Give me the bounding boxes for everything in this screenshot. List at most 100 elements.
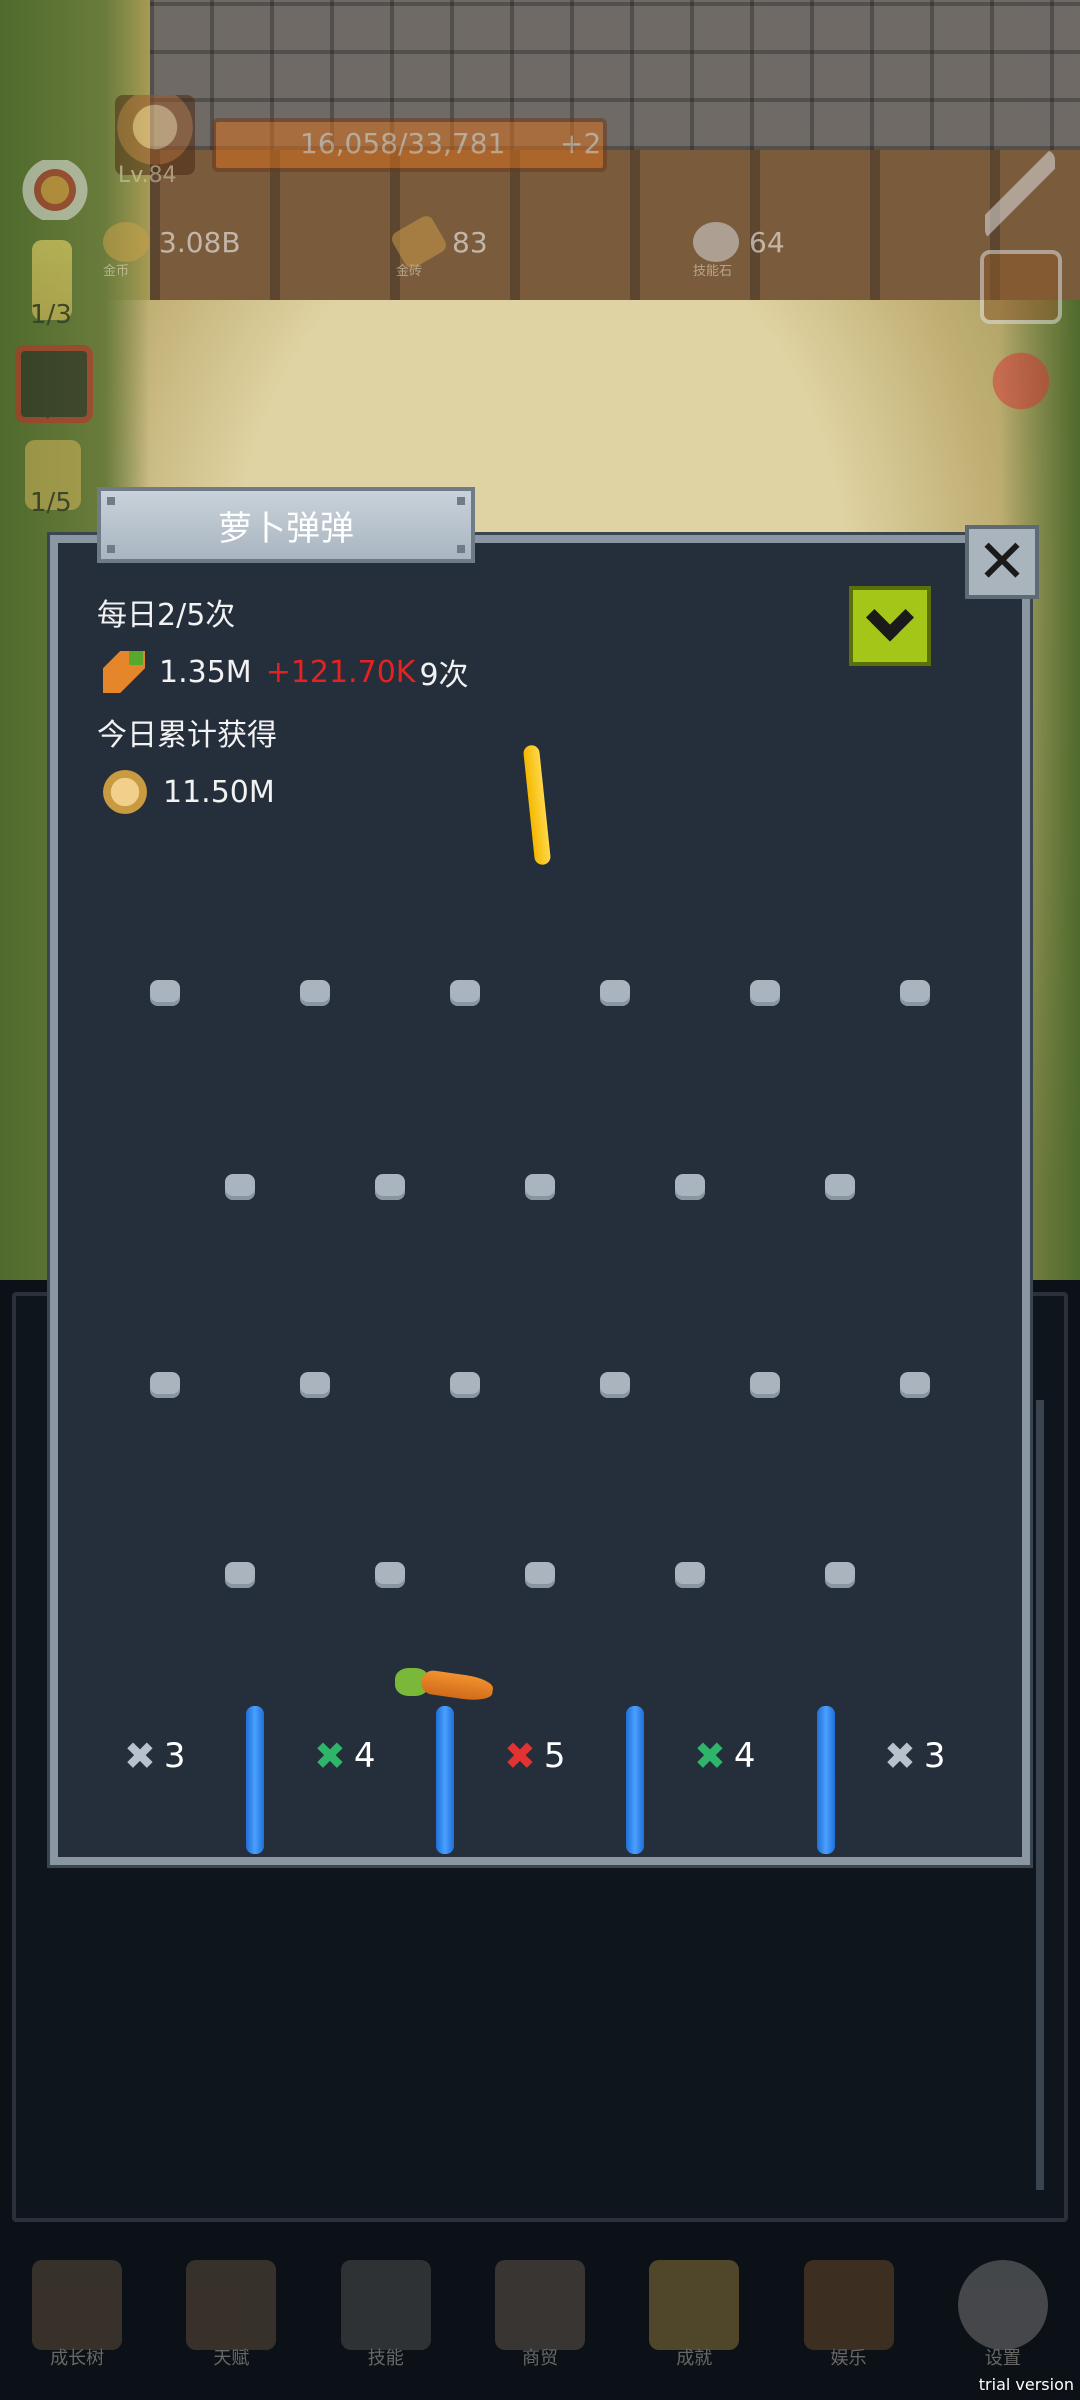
- player-level: Lv.84: [118, 163, 177, 188]
- peg: [675, 1562, 705, 1588]
- multiplier-value: 4: [353, 1736, 376, 1776]
- multiplier-value: 4: [733, 1736, 756, 1776]
- carrot-times: 9次: [419, 658, 469, 693]
- watermark: trial version: [978, 2375, 1074, 2394]
- lower-panel-scrollbar: [1036, 1400, 1044, 2190]
- peg: [450, 980, 480, 1006]
- peg: [150, 980, 180, 1006]
- rivet: [457, 545, 465, 553]
- skill-stone-value: 64: [749, 225, 785, 259]
- gold-value: 3.08B: [159, 225, 241, 259]
- bucket-multiplier: ✖ 4: [694, 1736, 755, 1776]
- nav-label: 天赋: [213, 2348, 250, 2369]
- cup-count: 1/5: [30, 488, 72, 518]
- bucket-multiplier: ✖ 3: [124, 1736, 185, 1776]
- resource-gold-bar: 83 金砖: [389, 213, 488, 279]
- skill-stone-icon: [693, 222, 739, 262]
- multiplier-x-icon: ✖: [314, 1734, 346, 1778]
- multiplier-value: 3: [163, 1736, 186, 1776]
- nav-trade[interactable]: 商贸: [485, 2260, 595, 2370]
- carrot-gain: +121.70K: [265, 654, 416, 690]
- map-icon: [494, 2260, 585, 2350]
- gold-bar-value: 83: [452, 225, 488, 259]
- gold-bar-caption: 金砖: [396, 264, 423, 279]
- sword-icon: [340, 2260, 431, 2350]
- peg: [825, 1562, 855, 1588]
- nav-label: 技能: [367, 2348, 404, 2369]
- skill-stone-caption: 技能石: [693, 264, 733, 279]
- nav-entertainment[interactable]: 娱乐: [794, 2260, 904, 2370]
- falling-carrot: [395, 1668, 495, 1703]
- bucket-divider: [436, 1706, 454, 1854]
- dialog-title: 萝卜弹弹: [97, 487, 475, 563]
- nav-settings[interactable]: 设置: [948, 2260, 1058, 2370]
- key-icon: [649, 2260, 740, 2350]
- peg: [225, 1562, 255, 1588]
- resource-skill-stone: 64 技能石: [693, 218, 785, 279]
- peg: [750, 1372, 780, 1398]
- peg: [675, 1174, 705, 1200]
- peg: [900, 1372, 930, 1398]
- rivet: [457, 497, 465, 505]
- peg: [525, 1562, 555, 1588]
- sword-icon[interactable]: [985, 150, 1055, 240]
- chevron-down-icon: [865, 593, 915, 642]
- peg: [900, 980, 930, 1006]
- bucket-divider: [246, 1706, 264, 1854]
- nav-achievement[interactable]: 成就: [639, 2260, 749, 2370]
- nav-talent[interactable]: 天赋: [176, 2260, 286, 2370]
- heart-icon[interactable]: [985, 345, 1057, 417]
- bucket-multiplier: ✖ 4: [314, 1736, 375, 1776]
- nav-label: 娱乐: [830, 2348, 867, 2369]
- nav-label: 成就: [676, 2348, 713, 2369]
- nav-skill[interactable]: 技能: [331, 2260, 441, 2370]
- bottom-nav: 成长树 天赋 技能 商贸 成就 娱乐 设置: [0, 2240, 1080, 2400]
- today-total-label: 今日累计获得: [97, 718, 277, 753]
- chest-icon[interactable]: [980, 250, 1062, 324]
- peg: [600, 980, 630, 1006]
- rivet: [107, 545, 115, 553]
- peg: [825, 1174, 855, 1200]
- peg: [450, 1372, 480, 1398]
- bucket-divider: [626, 1706, 644, 1854]
- peg: [375, 1174, 405, 1200]
- bucket-divider: [817, 1706, 835, 1854]
- peg: [300, 1372, 330, 1398]
- close-button[interactable]: ✕: [965, 525, 1039, 599]
- close-icon: ✕: [976, 527, 1028, 597]
- nav-label: 商贸: [521, 2348, 558, 2369]
- multiplier-x-icon: ✖: [124, 1734, 156, 1778]
- rivet: [107, 497, 115, 505]
- crown-icon[interactable]: [20, 160, 90, 220]
- candle-count: 1/3: [30, 300, 72, 330]
- peg: [375, 1562, 405, 1588]
- peg: [600, 1372, 630, 1398]
- multiplier-value: 3: [923, 1736, 946, 1776]
- house-wall: [150, 150, 1080, 310]
- peg: [300, 980, 330, 1006]
- daily-attempts: 每日2/5次: [97, 598, 236, 633]
- bucket-multiplier: ✖ 5: [504, 1736, 565, 1776]
- peg: [225, 1174, 255, 1200]
- today-total-row: 11.50M: [103, 770, 275, 814]
- nav-growth-tree[interactable]: 成长树: [22, 2260, 132, 2370]
- gold-coin-icon: [103, 222, 149, 262]
- scroll-icon: [186, 2260, 277, 2350]
- carrot-body: [419, 1669, 495, 1703]
- multiplier-x-icon: ✖: [884, 1734, 916, 1778]
- collapse-button[interactable]: [849, 586, 931, 666]
- carrot-value: 1.35M: [159, 654, 252, 690]
- xp-bonus: +2: [560, 127, 602, 160]
- bucket-multiplier: ✖ 3: [884, 1736, 945, 1776]
- carrot-reward-row: 1.35M +121.70K 9次: [103, 650, 469, 694]
- book-icon: [32, 2260, 123, 2350]
- multiplier-x-icon: ✖: [694, 1734, 726, 1778]
- multiplier-value: 5: [543, 1736, 566, 1776]
- nav-label: 成长树: [50, 2348, 105, 2369]
- peg: [525, 1174, 555, 1200]
- gold-coin-icon: [103, 770, 147, 814]
- dialog-title-text: 萝卜弹弹: [218, 508, 354, 549]
- carrot-icon: [103, 651, 145, 693]
- gold-caption: 金币: [103, 264, 130, 279]
- peg: [150, 1372, 180, 1398]
